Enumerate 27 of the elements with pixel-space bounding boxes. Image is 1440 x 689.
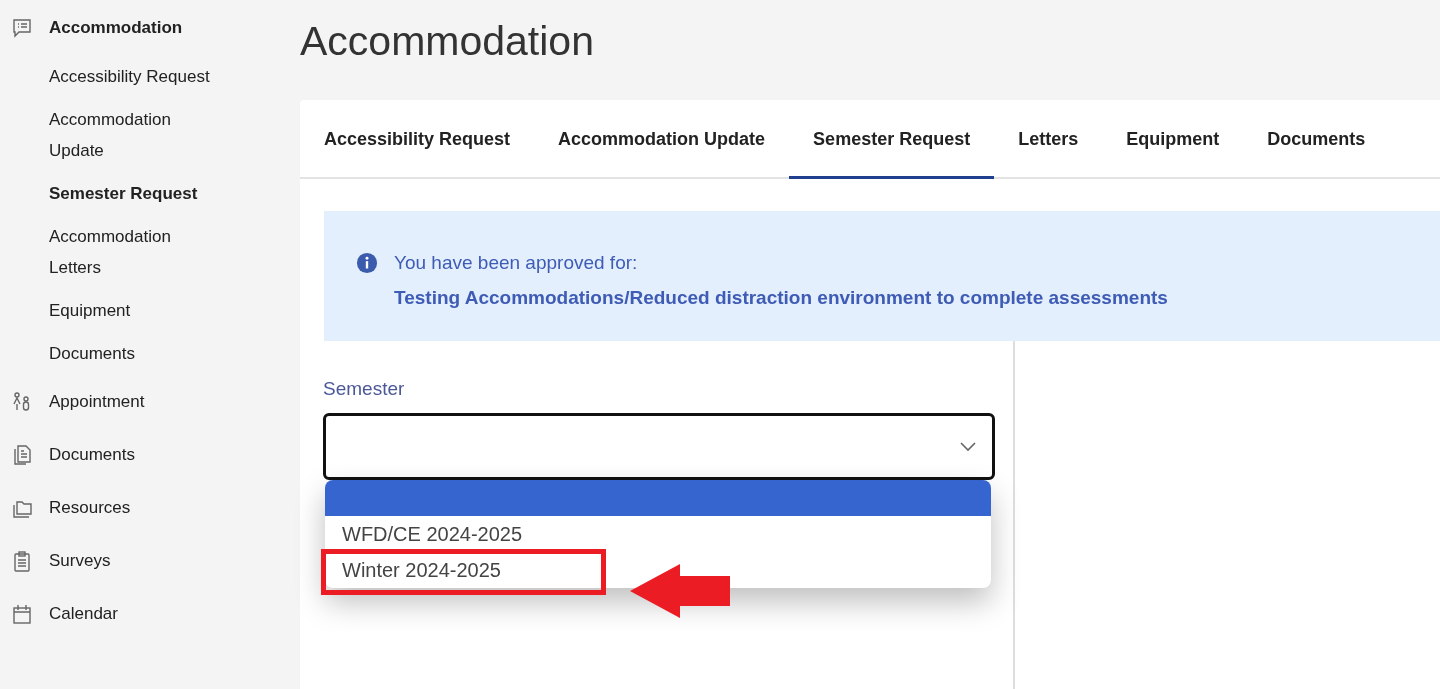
tab[interactable]: Letters [994, 100, 1103, 179]
alert-message: You have been approved for: [394, 251, 639, 275]
field-label: Semester [323, 377, 405, 401]
sidebar-subitem[interactable]: Equipment [0, 289, 215, 332]
dropdown-option[interactable]: WFD/CE 2024-2025 [342, 523, 523, 545]
tab[interactable]: Equipment [1102, 100, 1244, 179]
page-title: Accommodation [300, 17, 595, 66]
sidebar-item[interactable]: Accommodation [0, 6, 300, 49]
tab[interactable]: Accessibility Request [300, 100, 535, 179]
sidebar-subitem[interactable]: Accommodation Letters [0, 215, 215, 289]
sidebar-subitem[interactable]: Semester Request [0, 172, 215, 215]
dropdown-option[interactable]: Winter 2024-2025 [342, 559, 501, 581]
info-icon [356, 252, 378, 274]
arrow-icon [630, 564, 730, 618]
sidebar-subitem[interactable]: Accessibility Request [0, 55, 215, 98]
sidebar-item[interactable]: Resources [0, 481, 300, 534]
tab[interactable]: Documents [1243, 100, 1390, 179]
semester-select[interactable] [323, 412, 995, 480]
tab[interactable]: Semester Request [789, 100, 995, 179]
sidebar-item[interactable]: Surveys [0, 534, 300, 587]
sidebar-subitem[interactable]: Accommodation Update [0, 98, 215, 172]
sidebar-subitem[interactable]: Documents [0, 332, 215, 375]
tab[interactable]: Accommodation Update [534, 100, 790, 179]
sidebar-item[interactable]: Calendar [0, 587, 300, 640]
sidebar-item[interactable]: Appointment [0, 375, 300, 428]
alert-detail: Testing Accommodations/Reduced distraction environment to complete assessments [394, 286, 1168, 310]
sidebar-item[interactable]: Documents [0, 428, 300, 481]
